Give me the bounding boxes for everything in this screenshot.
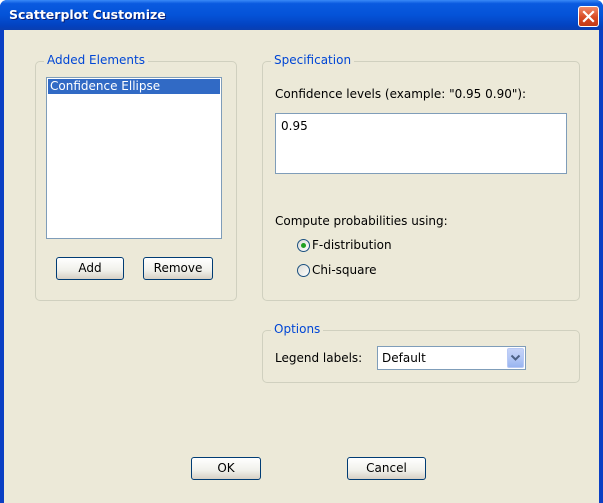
dialog-body: Added Elements Confidence Ellipse Add Re… <box>4 30 599 503</box>
f-distribution-radio[interactable] <box>297 239 310 252</box>
window-title: Scatterplot Customize <box>9 7 166 22</box>
chi-square-radio[interactable] <box>297 264 310 277</box>
specification-legend: Specification <box>271 53 355 67</box>
chi-square-label[interactable]: Chi-square <box>312 263 377 277</box>
list-item[interactable]: Confidence Ellipse <box>48 79 220 94</box>
dialog-window: Scatterplot Customize Added Elements Con… <box>0 0 603 503</box>
f-distribution-label[interactable]: F-distribution <box>312 238 392 252</box>
ok-button[interactable]: OK <box>191 457 261 480</box>
added-elements-legend: Added Elements <box>44 53 148 67</box>
compute-probabilities-label: Compute probabilities using: <box>275 214 448 228</box>
title-bar[interactable]: Scatterplot Customize <box>0 0 603 30</box>
legend-labels-label: Legend labels: <box>275 351 363 365</box>
close-button[interactable] <box>578 6 599 27</box>
legend-labels-value: Default <box>382 351 426 365</box>
radio-selected-dot <box>301 243 306 248</box>
confidence-levels-field[interactable]: 0.95 <box>275 113 567 174</box>
dropdown-button[interactable] <box>507 348 524 368</box>
close-x-icon <box>582 10 595 23</box>
confidence-levels-label: Confidence levels (example: "0.95 0.90")… <box>275 87 527 101</box>
legend-labels-dropdown[interactable]: Default <box>377 346 526 370</box>
cancel-button[interactable]: Cancel <box>347 457 426 480</box>
remove-button[interactable]: Remove <box>143 257 213 280</box>
options-legend: Options <box>271 322 324 336</box>
add-button[interactable]: Add <box>56 257 124 280</box>
added-elements-list[interactable]: Confidence Ellipse <box>46 77 222 239</box>
chevron-down-icon <box>510 354 521 361</box>
